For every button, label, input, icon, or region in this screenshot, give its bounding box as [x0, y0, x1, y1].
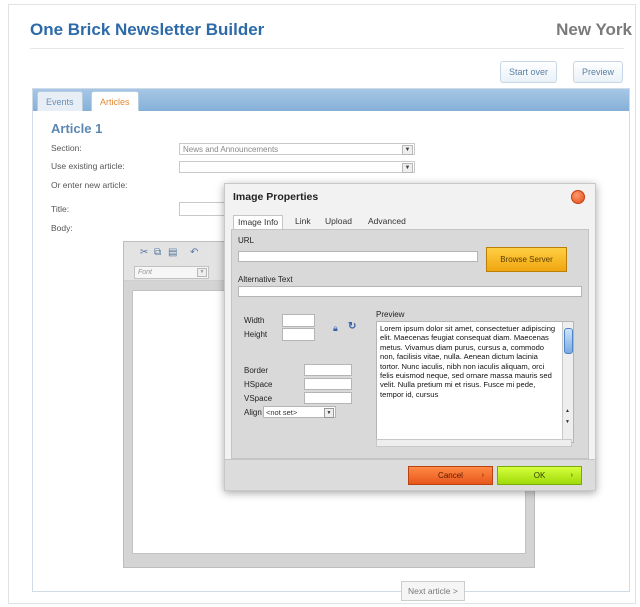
vspace-label: VSpace: [244, 394, 273, 403]
url-input[interactable]: [238, 251, 478, 262]
section-label: Section:: [51, 143, 82, 153]
ok-button[interactable]: OK ›: [497, 466, 582, 485]
chevron-right-icon: ›: [481, 472, 484, 479]
vspace-input[interactable]: [304, 392, 352, 404]
url-label: URL: [238, 236, 255, 245]
border-label: Border: [244, 366, 269, 375]
border-input[interactable]: [304, 364, 352, 376]
header-divider: [30, 48, 624, 49]
tab-image-info[interactable]: Image Info: [233, 215, 284, 229]
hspace-input[interactable]: [304, 378, 352, 390]
chevron-right-icon: ›: [570, 472, 573, 479]
reset-size-icon[interactable]: ↻: [348, 321, 356, 332]
article-heading: Article 1: [51, 121, 103, 136]
enter-new-article-label: Or enter new article:: [51, 180, 128, 190]
paste-icon[interactable]: ▤: [168, 247, 177, 258]
app-title: One Brick Newsletter Builder: [30, 20, 265, 39]
preview-horizontal-scrollbar[interactable]: [376, 439, 572, 447]
ok-button-label: OK: [533, 471, 546, 480]
title-input[interactable]: [179, 202, 225, 216]
close-icon[interactable]: [571, 190, 585, 204]
tab-bar: Events Articles: [33, 89, 629, 112]
preview-text: Lorem ipsum dolor sit amet, consectetuer…: [380, 324, 556, 399]
tab-advanced[interactable]: Advanced: [368, 215, 406, 228]
align-label: Align: [244, 408, 262, 417]
copy-icon[interactable]: ⧉: [154, 247, 161, 258]
cut-icon[interactable]: ✂: [140, 247, 148, 258]
tab-link[interactable]: Link: [295, 215, 311, 228]
hspace-label: HSpace: [244, 380, 273, 389]
dialog-body: URL Browse Server Alternative Text Width…: [231, 229, 589, 459]
body-label: Body:: [51, 223, 73, 233]
image-properties-dialog: Image Properties Image Info Link Upload …: [224, 183, 596, 491]
align-select[interactable]: <not set> ▼: [263, 406, 336, 418]
tab-articles[interactable]: Articles: [91, 91, 139, 112]
image-preview: Lorem ipsum dolor sit amet, consectetuer…: [376, 321, 574, 443]
alt-text-label: Alternative Text: [238, 275, 293, 284]
width-label: Width: [244, 316, 265, 325]
lock-ratio-icon[interactable]: 🔒︎: [333, 323, 338, 334]
dialog-title: Image Properties: [233, 191, 319, 203]
undo-icon[interactable]: ↶: [190, 247, 198, 258]
scroll-up-icon[interactable]: ▲: [565, 408, 570, 414]
title-label: Title:: [51, 204, 70, 214]
preview-label: Preview: [376, 310, 405, 319]
cancel-button[interactable]: Cancel ›: [408, 466, 493, 485]
tab-upload[interactable]: Upload: [325, 215, 352, 228]
existing-article-select[interactable]: ▼: [179, 161, 415, 173]
existing-article-label: Use existing article:: [51, 161, 125, 171]
chevron-down-icon: ▼: [324, 408, 334, 418]
width-input[interactable]: [282, 314, 315, 327]
scroll-down-icon[interactable]: ▼: [565, 419, 570, 425]
start-over-button[interactable]: Start over: [500, 61, 558, 83]
section-select-value: News and Announcements: [183, 145, 279, 154]
city-label: New York: [556, 20, 632, 39]
preview-scrollbar[interactable]: ▲ ▼: [562, 322, 573, 442]
dialog-footer: Cancel › OK ›: [225, 459, 595, 490]
font-select-placeholder: Font: [138, 269, 153, 276]
height-label: Height: [244, 330, 268, 339]
preview-button[interactable]: Preview: [573, 61, 624, 83]
chevron-down-icon: ▼: [197, 268, 207, 277]
height-input[interactable]: [282, 328, 315, 341]
section-select[interactable]: News and Announcements ▼: [179, 143, 415, 155]
alt-text-input[interactable]: [238, 286, 582, 297]
scroll-thumb[interactable]: [564, 328, 573, 354]
font-select[interactable]: Font ▼: [134, 266, 209, 279]
align-select-value: <not set>: [266, 408, 298, 417]
chevron-down-icon: ▼: [402, 145, 413, 155]
next-article-button[interactable]: Next article >: [401, 581, 465, 601]
cancel-button-label: Cancel: [438, 471, 463, 480]
chevron-down-icon: ▼: [402, 163, 413, 173]
browse-server-button[interactable]: Browse Server: [486, 247, 567, 272]
tab-events[interactable]: Events: [37, 91, 83, 112]
